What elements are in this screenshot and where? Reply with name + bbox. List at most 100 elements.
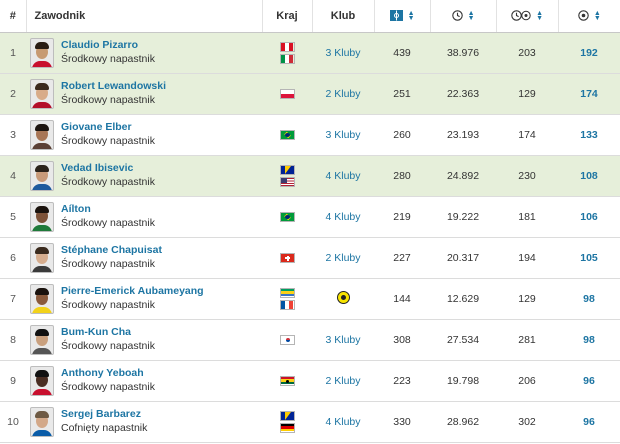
club-link[interactable]: 4 Kluby: [325, 211, 360, 223]
flag-korea-icon: [279, 334, 295, 345]
country-cell: [262, 360, 312, 401]
player-photo[interactable]: [30, 78, 54, 109]
club-link[interactable]: 4 Kluby: [325, 170, 360, 182]
country-cell: [262, 196, 312, 237]
club-link[interactable]: 3 Kluby: [325, 129, 360, 141]
club-cell: 4 Kluby: [312, 196, 374, 237]
rank-cell: 5: [10, 210, 16, 223]
player-cell: Sergej Barbarez Cofnięty napastnik: [26, 401, 262, 442]
minutes-cell: 28.962: [446, 415, 480, 428]
rank-cell: 10: [7, 415, 19, 428]
player-photo[interactable]: [30, 406, 54, 437]
player-photo[interactable]: [30, 365, 54, 396]
player-photo[interactable]: [30, 283, 54, 314]
club-link[interactable]: 2 Kluby: [325, 252, 360, 264]
appearances-cell: 260: [393, 128, 411, 141]
goals-cell: 98: [583, 333, 595, 346]
header-minutes[interactable]: ▲ ▼: [430, 0, 497, 33]
club-link[interactable]: 2 Kluby: [325, 88, 360, 100]
club-link[interactable]: 3 Kluby: [325, 334, 360, 346]
player-name-link[interactable]: Robert Lewandowski: [61, 80, 166, 93]
sort-arrows-icon[interactable]: ▲ ▼: [536, 10, 543, 22]
flag-france-icon: [279, 299, 295, 310]
flag-italy-icon: [279, 53, 295, 64]
player-photo[interactable]: [30, 324, 54, 355]
player-position: Środkowy napastnik: [61, 299, 155, 311]
player-photo[interactable]: [30, 119, 54, 150]
minutes-per-goal-cell: 129: [518, 292, 536, 305]
minutes-cell: 12.629: [446, 292, 480, 305]
club-cell: 4 Kluby: [312, 155, 374, 196]
player-name-link[interactable]: Bum-Kun Cha: [61, 326, 155, 339]
club-link[interactable]: 3 Kluby: [325, 47, 360, 59]
rank-cell: 2: [10, 87, 16, 100]
minutes-per-goal-cell: 281: [518, 333, 536, 346]
goals-cell: 105: [580, 251, 598, 264]
appearances-icon: [389, 10, 403, 22]
country-cell: [262, 32, 312, 73]
minutes-per-goal-cell: 302: [518, 415, 536, 428]
table-body: 1 Claudio Pizarro Środkowy napastnik 3 K…: [0, 32, 620, 442]
club-cell: 2 Kluby: [312, 237, 374, 278]
table-row: 7 Pierre-Emerick Aubameyang Środkowy nap…: [0, 278, 620, 319]
header-appearances[interactable]: ▲ ▼: [374, 0, 431, 33]
minutes-cell: 20.317: [446, 251, 480, 264]
player-photo[interactable]: [30, 242, 54, 273]
header-goals[interactable]: ▲ ▼: [558, 0, 620, 33]
appearances-cell: 330: [393, 415, 411, 428]
top-scorers-table: # Zawodnik Kraj Klub ▲ ▼ ▲ ▼ ▲ ▼ ▲ ▼ 1 C…: [0, 0, 620, 443]
player-name-link[interactable]: Vedad Ibisevic: [61, 162, 155, 175]
country-cell: [262, 237, 312, 278]
player-cell: Aílton Środkowy napastnik: [26, 196, 262, 237]
player-name-link[interactable]: Giovane Elber: [61, 121, 155, 134]
header-rank: #: [0, 0, 27, 33]
minutes-per-goal-cell: 129: [518, 87, 536, 100]
flag-usa-icon: [279, 176, 295, 187]
flag-brazil-icon: [279, 129, 295, 140]
goals-cell: 98: [583, 292, 595, 305]
minutes-cell: 24.892: [446, 169, 480, 182]
sort-arrows-icon[interactable]: ▲ ▼: [594, 10, 601, 22]
club-cell: 4 Kluby: [312, 401, 374, 442]
player-name-link[interactable]: Anthony Yeboah: [61, 367, 155, 380]
header-player[interactable]: Zawodnik: [26, 0, 263, 33]
club-link[interactable]: 4 Kluby: [325, 416, 360, 428]
club-cell: 2 Kluby: [312, 360, 374, 401]
minutes-cell: 38.976: [446, 46, 480, 59]
rank-cell: 8: [10, 333, 16, 346]
club-link[interactable]: 2 Kluby: [325, 375, 360, 387]
header-minutes-per-goal[interactable]: ▲ ▼: [496, 0, 559, 33]
ball-icon: [578, 10, 589, 22]
player-name-link[interactable]: Claudio Pizarro: [61, 39, 155, 52]
table-header-row: # Zawodnik Kraj Klub ▲ ▼ ▲ ▼ ▲ ▼ ▲ ▼: [0, 0, 620, 33]
rank-cell: 9: [10, 374, 16, 387]
player-cell: Bum-Kun Cha Środkowy napastnik: [26, 319, 262, 360]
goals-cell: 96: [583, 374, 595, 387]
player-position: Środkowy napastnik: [61, 340, 155, 352]
player-name-link[interactable]: Pierre-Emerick Aubameyang: [61, 285, 204, 298]
player-name-link[interactable]: Sergej Barbarez: [61, 408, 147, 421]
country-cell: [262, 155, 312, 196]
minutes-cell: 27.534: [446, 333, 480, 346]
header-country: Kraj: [262, 0, 313, 33]
goals-cell: 108: [580, 169, 598, 182]
table-row: 2 Robert Lewandowski Środkowy napastnik …: [0, 73, 620, 114]
player-photo[interactable]: [30, 37, 54, 68]
flag-gabon-icon: [279, 287, 295, 298]
player-photo[interactable]: [30, 160, 54, 191]
player-photo[interactable]: [30, 201, 54, 232]
table-row: 5 Aílton Środkowy napastnik 4 Kluby 219 …: [0, 196, 620, 237]
sort-arrows-icon[interactable]: ▲ ▼: [468, 10, 475, 22]
appearances-cell: 308: [393, 333, 411, 346]
sort-arrows-icon[interactable]: ▲ ▼: [408, 10, 415, 22]
player-cell: Giovane Elber Środkowy napastnik: [26, 114, 262, 155]
rank-cell: 4: [10, 169, 16, 182]
player-cell: Stéphane Chapuisat Środkowy napastnik: [26, 237, 262, 278]
player-name-link[interactable]: Stéphane Chapuisat: [61, 244, 162, 257]
player-position: Środkowy napastnik: [61, 94, 155, 106]
club-cell: 3 Kluby: [312, 319, 374, 360]
player-name-link[interactable]: Aílton: [61, 203, 155, 216]
club-crest-icon[interactable]: [336, 290, 350, 304]
table-row: 9 Anthony Yeboah Środkowy napastnik 2 Kl…: [0, 360, 620, 401]
minutes-per-goal-cell: 203: [518, 46, 536, 59]
